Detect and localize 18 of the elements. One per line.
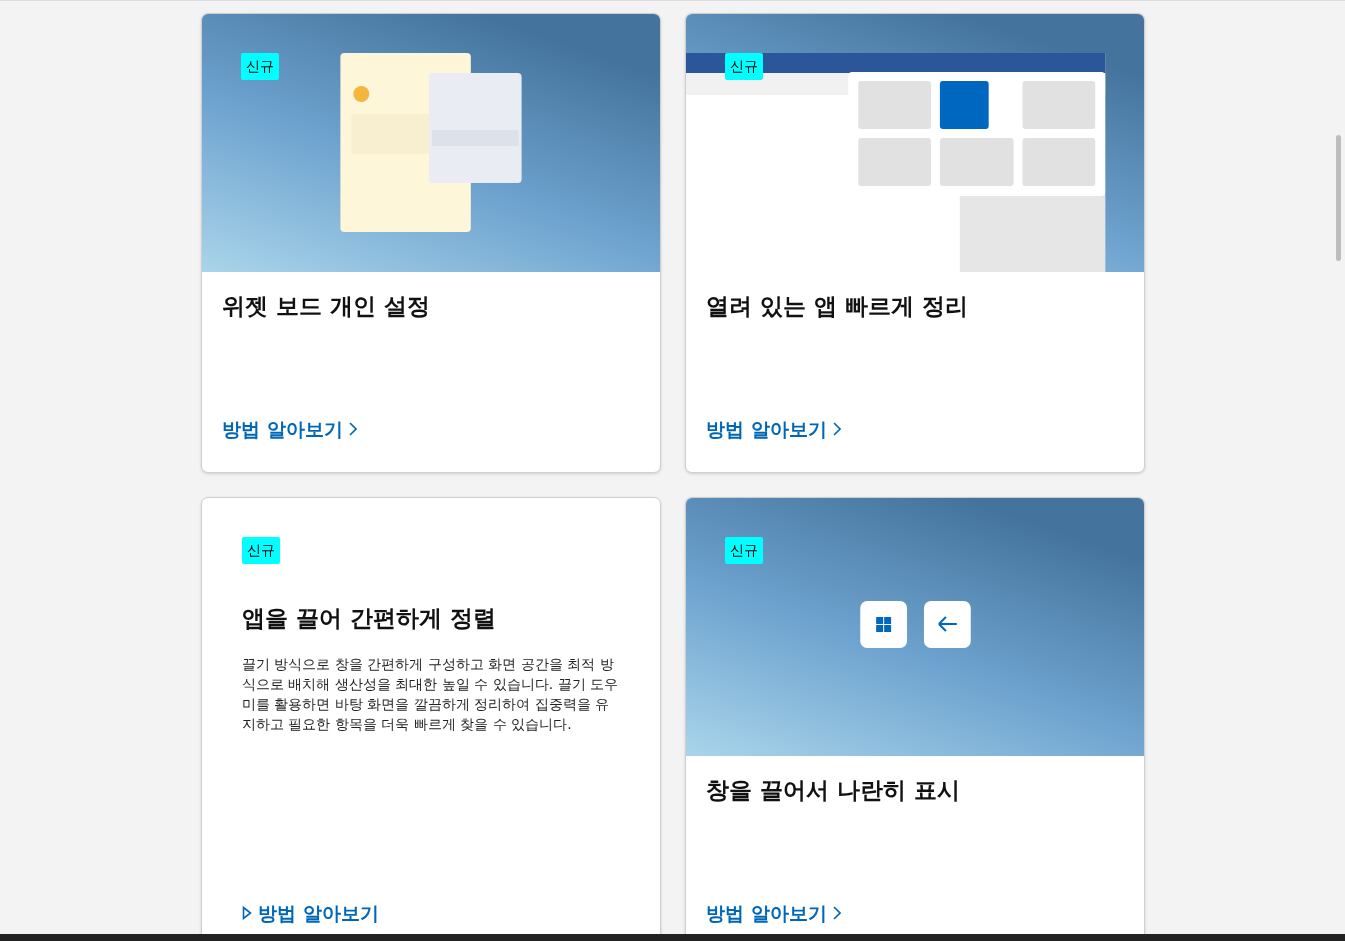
new-badge: 신규 — [725, 53, 763, 80]
learn-more-link[interactable]: 방법 알아보기 — [258, 900, 379, 926]
new-badge: 신규 — [242, 537, 280, 564]
chevron-icon — [348, 422, 357, 436]
card-description: 끌기 방식으로 창을 간편하게 구성하고 화면 공간을 최적 방식으로 배치해 생산성을 최대한 높일 수 있습니다. 끌기 도우미를 활용하면 바탕 화면을 깔끔하게 정리하여 집중력을 유지하고 필요한 항목을 더욱 빠르게 찾을 수 있습니다. — [242, 655, 620, 734]
card-title: 앱을 끌어 간편하게 정렬 — [242, 604, 498, 633]
new-badge: 신규 — [725, 537, 763, 564]
card-title: 열려 있는 앱 빠르게 정리 — [706, 292, 970, 321]
card-title: 창을 끌어서 나란히 표시 — [706, 776, 962, 805]
new-badge: 신규 — [241, 53, 279, 80]
chevron-icon — [832, 906, 841, 920]
chevron-icon — [832, 422, 841, 436]
learn-more-link[interactable]: 방법 알아보기 — [222, 416, 343, 442]
scrollbar-thumb[interactable] — [1336, 135, 1341, 261]
learn-more-link[interactable]: 방법 알아보기 — [706, 900, 827, 926]
triangle-icon — [242, 906, 252, 920]
learn-more-link[interactable]: 방법 알아보기 — [706, 416, 827, 442]
card-title: 위젯 보드 개인 설정 — [222, 292, 432, 321]
